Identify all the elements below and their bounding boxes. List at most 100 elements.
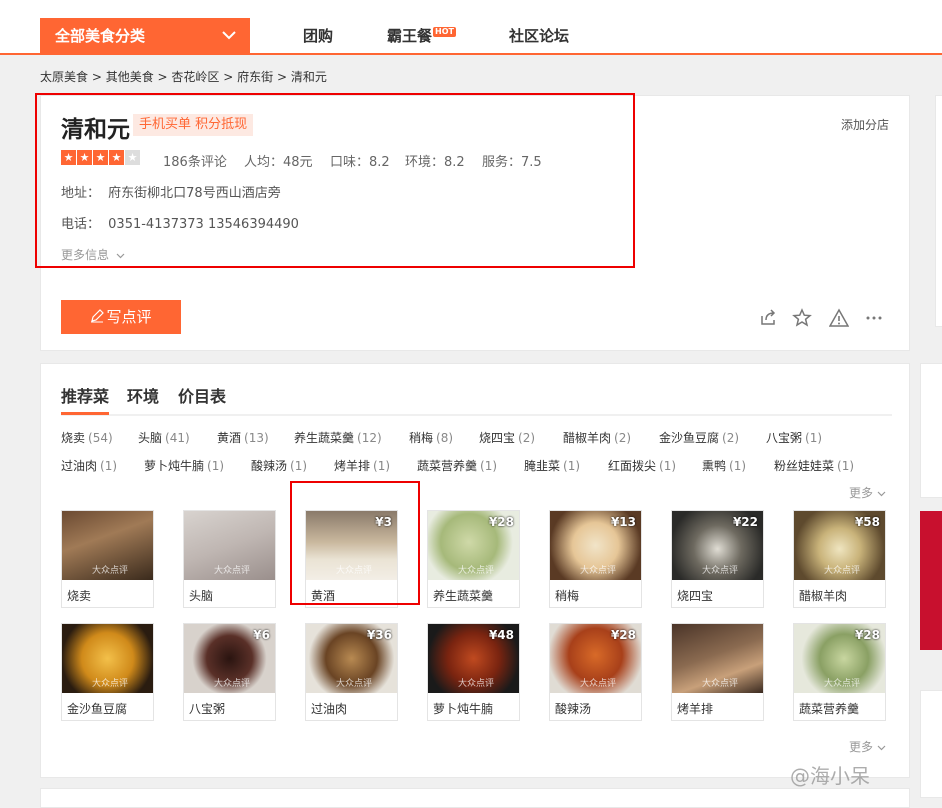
dianping-watermark: 大众点评 xyxy=(214,679,251,689)
dish-card[interactable]: 大众点评 ¥13 稍梅 xyxy=(549,510,642,608)
dish-tag-name: 金沙鱼豆腐 xyxy=(659,431,720,445)
dish-price: ¥28 xyxy=(854,628,880,642)
dianping-watermark: 大众点评 xyxy=(92,679,129,689)
report-warning-icon[interactable] xyxy=(828,308,850,328)
dish-tag[interactable]: 腌韭菜 (1) xyxy=(524,457,580,474)
dish-photo[interactable]: 大众点评 xyxy=(672,624,763,693)
dish-photo[interactable]: 大众点评 ¥28 xyxy=(550,624,641,693)
breadcrumb-item[interactable]: 杏花岭区 xyxy=(171,70,219,84)
more-label: 更多 xyxy=(849,486,874,500)
dish-tag-name: 酸辣汤 xyxy=(251,459,288,473)
nav-link-free-meal[interactable]: 霸王餐 xyxy=(387,18,432,55)
write-review-button[interactable]: 写点评 xyxy=(61,300,181,334)
highlight-box-dish xyxy=(290,481,420,605)
dish-name: 稍梅 xyxy=(555,589,580,603)
dish-tag[interactable]: 稍梅 (8) xyxy=(409,429,453,446)
dish-card[interactable]: 大众点评 ¥22 烧四宝 xyxy=(671,510,764,608)
dish-tag[interactable]: 过油肉 (1) xyxy=(61,457,117,474)
dish-tag[interactable]: 熏鸭 (1) xyxy=(702,457,746,474)
dish-card[interactable]: 大众点评头脑 xyxy=(183,510,276,608)
dish-tag-name: 过油肉 xyxy=(61,459,98,473)
nav-link-groupbuy[interactable]: 团购 xyxy=(303,18,333,55)
dish-tag-count: (54) xyxy=(88,431,113,445)
dish-photo[interactable]: 大众点评 xyxy=(184,511,275,580)
dianping-watermark: 大众点评 xyxy=(702,566,739,576)
favorite-star-icon[interactable] xyxy=(792,308,812,328)
dish-photo[interactable]: 大众点评 ¥48 xyxy=(428,624,519,693)
dish-photo[interactable]: 大众点评 xyxy=(62,624,153,693)
dish-card[interactable]: 大众点评 ¥28 养生蔬菜羹 xyxy=(427,510,520,608)
dish-name: 醋椒羊肉 xyxy=(799,589,848,603)
dish-tag-count: (1) xyxy=(480,459,498,473)
dish-photo[interactable]: 大众点评 ¥22 xyxy=(672,511,763,580)
dish-price: ¥36 xyxy=(366,628,392,642)
dish-tag[interactable]: 粉丝娃娃菜 (1) xyxy=(774,457,854,474)
dish-card[interactable]: 大众点评 烤羊排 xyxy=(671,623,764,721)
dish-photo[interactable]: 大众点评 ¥36 xyxy=(306,624,397,693)
dish-card[interactable]: 大众点评 ¥6 八宝粥 xyxy=(183,623,276,721)
dish-tag-count: (1) xyxy=(373,459,391,473)
more-dish-tags-toggle[interactable]: 更多 xyxy=(849,484,886,501)
dish-photo[interactable]: 大众点评 ¥28 xyxy=(428,511,519,580)
dish-card[interactable]: 大众点评 ¥28 蔬菜营养羹 xyxy=(793,623,886,721)
category-label: 全部美食分类 xyxy=(55,27,146,45)
dish-photo[interactable]: 大众点评 xyxy=(62,511,153,580)
dish-name: 蔬菜营养羹 xyxy=(799,702,860,716)
dish-tag[interactable]: 烤羊排 (1) xyxy=(334,457,390,474)
dish-tag-count: (1) xyxy=(837,459,855,473)
dish-tag[interactable]: 烧卖 (54) xyxy=(61,429,113,446)
more-dishes-toggle[interactable]: 更多 xyxy=(849,738,886,755)
tab-recommended-dishes[interactable]: 推荐菜 xyxy=(61,383,109,407)
dish-card[interactable]: 大众点评 ¥28 酸辣汤 xyxy=(549,623,642,721)
dish-tag[interactable]: 黄酒 (13) xyxy=(217,429,269,446)
dish-tag[interactable]: 酸辣汤 (1) xyxy=(251,457,307,474)
tab-environment[interactable]: 环境 xyxy=(127,383,159,407)
side-advertisement[interactable] xyxy=(920,511,942,650)
nav-link-forum[interactable]: 社区论坛 xyxy=(509,18,569,55)
dish-name: 头脑 xyxy=(189,589,214,603)
dish-tag-name: 粉丝娃娃菜 xyxy=(774,459,835,473)
dish-tag[interactable]: 头脑 (41) xyxy=(138,429,190,446)
dish-card[interactable]: 大众点评 烧卖 xyxy=(61,510,154,608)
more-options-icon[interactable] xyxy=(864,308,884,328)
top-nav-bar: 全部美食分类 团购 霸王餐 HOT 社区论坛 xyxy=(0,0,942,55)
dish-tag[interactable]: 醋椒羊肉 (2) xyxy=(563,429,631,446)
dish-card[interactable]: 大众点评金沙鱼豆腐 xyxy=(61,623,154,721)
dish-photo[interactable]: 大众点评 ¥58 xyxy=(794,511,885,580)
dish-tag[interactable]: 萝卜炖牛腩 (1) xyxy=(144,457,224,474)
dish-card[interactable]: 大众点评 ¥48 萝卜炖牛腩 xyxy=(427,623,520,721)
dish-photo[interactable]: 大众点评 ¥28 xyxy=(794,624,885,693)
share-icon[interactable] xyxy=(758,308,778,328)
dish-photo[interactable]: 大众点评 ¥6 xyxy=(184,624,275,693)
dish-card[interactable]: 大众点评 ¥36 过油肉 xyxy=(305,623,398,721)
all-food-category-dropdown[interactable]: 全部美食分类 xyxy=(40,18,250,55)
dish-tag[interactable]: 烧四宝 (2) xyxy=(479,429,535,446)
dish-tag[interactable]: 红面拨尖 (1) xyxy=(608,457,676,474)
dish-tag-count: (1) xyxy=(290,459,308,473)
dish-tag[interactable]: 养生蔬菜羹 (12) xyxy=(294,429,382,446)
dish-price: ¥28 xyxy=(610,628,636,642)
dish-price: ¥28 xyxy=(488,515,514,529)
add-branch-link[interactable]: 添加分店 xyxy=(841,116,889,133)
breadcrumb-current: 清和元 xyxy=(290,70,327,84)
dianping-watermark: 大众点评 xyxy=(824,679,861,689)
chevron-down-icon xyxy=(222,18,236,55)
dianping-watermark: 大众点评 xyxy=(336,679,373,689)
dish-price: ¥6 xyxy=(253,628,270,642)
dish-tag[interactable]: 八宝粥 (1) xyxy=(766,429,822,446)
dish-tag-name: 烤羊排 xyxy=(334,459,371,473)
tab-price-list[interactable]: 价目表 xyxy=(178,383,226,407)
dish-tag-name: 熏鸭 xyxy=(702,459,727,473)
dish-price: ¥22 xyxy=(732,515,758,529)
breadcrumb-item[interactable]: 太原美食 xyxy=(40,70,88,84)
active-tab-indicator xyxy=(61,412,109,415)
dish-photo[interactable]: 大众点评 ¥13 xyxy=(550,511,641,580)
breadcrumb-item[interactable]: 府东街 xyxy=(237,70,273,84)
breadcrumb-item[interactable]: 其他美食 xyxy=(106,70,154,84)
dish-name: 金沙鱼豆腐 xyxy=(67,702,128,716)
dish-card[interactable]: 大众点评 ¥58 醋椒羊肉 xyxy=(793,510,886,608)
dish-tag-name: 稍梅 xyxy=(409,431,434,445)
dish-tag[interactable]: 金沙鱼豆腐 (2) xyxy=(659,429,739,446)
dish-tag[interactable]: 蔬菜营养羹 (1) xyxy=(417,457,497,474)
chevron-down-icon xyxy=(877,491,886,497)
